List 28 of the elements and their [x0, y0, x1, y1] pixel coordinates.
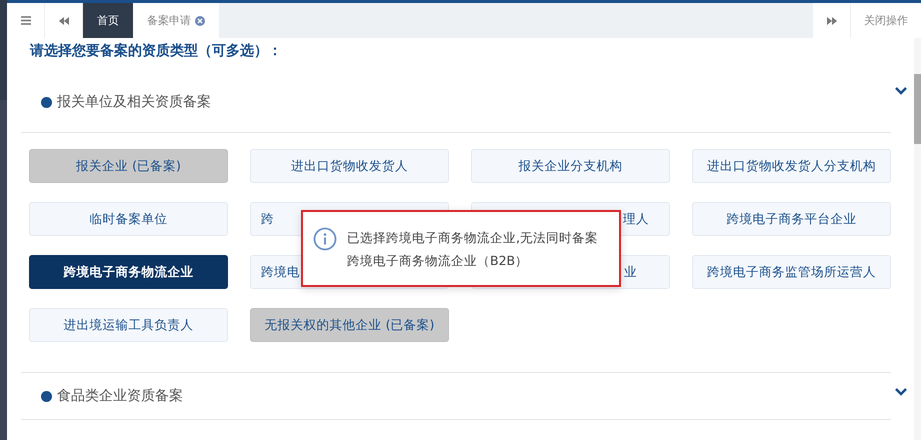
- tab[interactable]: 备案申请: [133, 3, 219, 38]
- option-button[interactable]: 临时备案单位: [29, 202, 228, 236]
- info-icon: [313, 226, 337, 250]
- close-icon[interactable]: [195, 16, 205, 26]
- option-button[interactable]: 报关企业 (已备案): [29, 149, 228, 183]
- close-actions-button[interactable]: 关闭操作: [851, 3, 921, 38]
- scroll-right-icon[interactable]: [813, 3, 851, 38]
- option-button[interactable]: 跨境电子商务平台企业: [692, 202, 891, 236]
- bullet-icon: [41, 390, 52, 402]
- option-button[interactable]: 进出境运输工具负责人: [29, 308, 228, 342]
- scrollbar[interactable]: [914, 38, 921, 440]
- section-title: 食品类企业资质备案: [57, 387, 184, 405]
- heading: 请选择您要备案的资质类型（可多选）：: [30, 42, 283, 60]
- option-button[interactable]: 跨境电子商务物流企业: [29, 255, 228, 289]
- scrollbar-thumb[interactable]: [914, 74, 921, 144]
- option-button[interactable]: 跨境电子商务监管场所运营人: [692, 255, 891, 289]
- option-button[interactable]: 进出口货物收发货人: [250, 149, 449, 183]
- chevron-icon[interactable]: [895, 388, 907, 396]
- scroll-left-icon[interactable]: [45, 3, 83, 38]
- menu-icon[interactable]: [7, 3, 45, 38]
- section-title: 报关单位及相关资质备案: [57, 93, 212, 111]
- message-text: 已选择跨境电子商务物流企业,无法同时备案跨境电子商务物流企业（B2B）: [347, 228, 599, 270]
- chevron-icon[interactable]: [895, 87, 907, 95]
- option-button[interactable]: 进出口货物收发货人分支机构: [692, 149, 891, 183]
- option-button[interactable]: 无报关权的其他企业 (已备案): [250, 308, 449, 342]
- bullet-icon: [41, 96, 52, 108]
- tab[interactable]: 首页: [83, 3, 133, 38]
- option-button[interactable]: 报关企业分支机构: [471, 149, 670, 183]
